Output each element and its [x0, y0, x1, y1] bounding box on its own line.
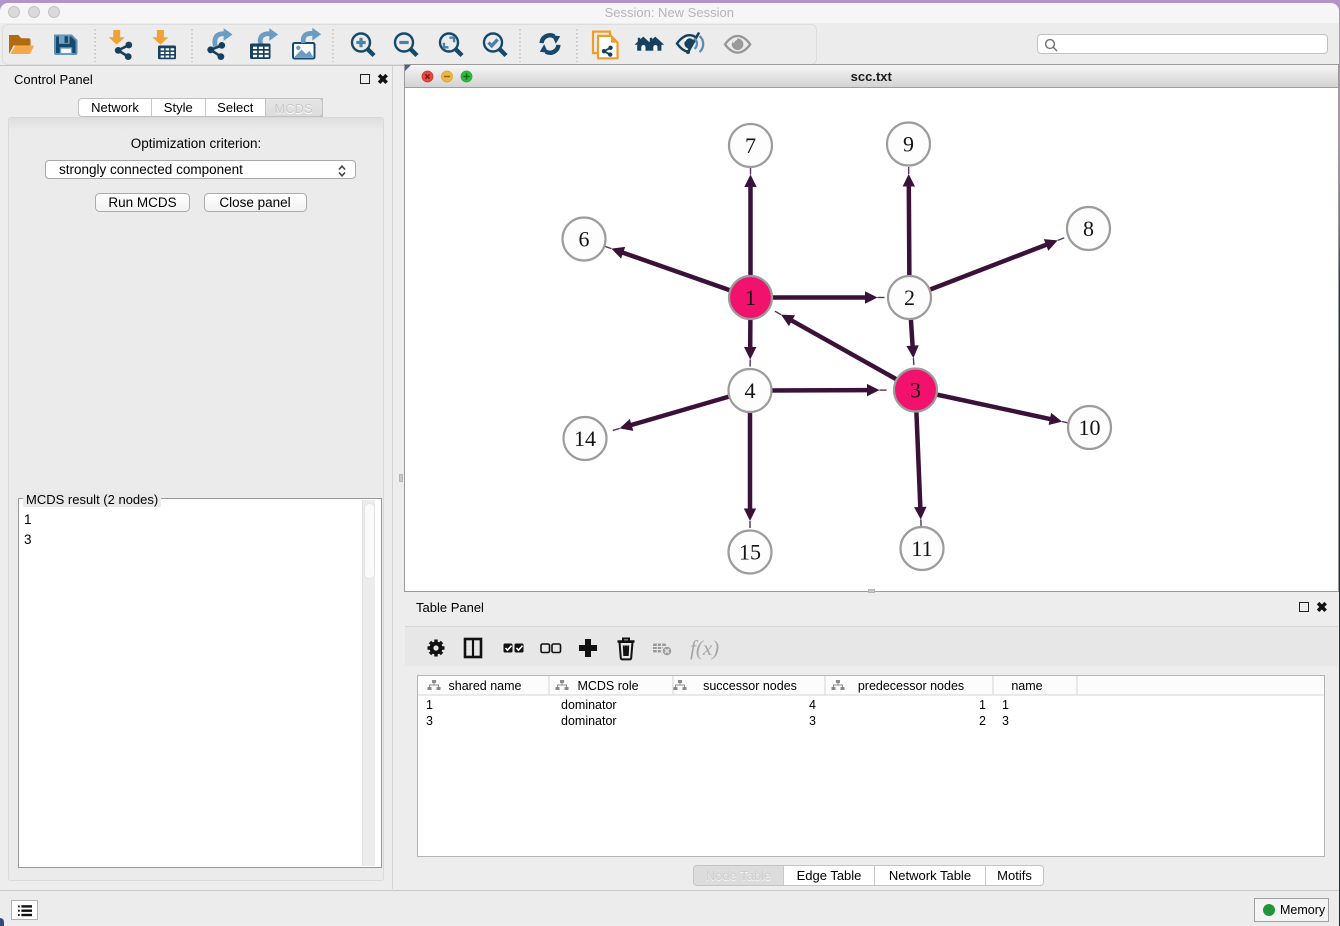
svg-text:shared name: shared name [449, 679, 522, 693]
svg-text:4: 4 [809, 698, 816, 712]
svg-text:1: 1 [979, 698, 986, 712]
svg-text:dominator: dominator [561, 714, 617, 728]
svg-text:2: 2 [979, 714, 986, 728]
svg-text:successor nodes: successor nodes [703, 679, 797, 693]
svg-text:2: 2 [904, 285, 915, 310]
svg-text:3: 3 [426, 714, 433, 728]
svg-text:3: 3 [1002, 714, 1009, 728]
svg-text:name: name [1011, 679, 1042, 693]
svg-text:1: 1 [745, 285, 756, 310]
svg-text:10: 10 [1079, 415, 1101, 440]
svg-text:15: 15 [739, 540, 761, 565]
svg-text:dominator: dominator [561, 698, 617, 712]
svg-text:3: 3 [809, 714, 816, 728]
svg-text:8: 8 [1083, 216, 1094, 241]
svg-text:7: 7 [745, 133, 756, 158]
svg-text:6: 6 [579, 227, 590, 252]
svg-text:MCDS role: MCDS role [577, 679, 638, 693]
svg-text:1: 1 [1002, 698, 1009, 712]
svg-text:11: 11 [911, 536, 932, 561]
svg-text:14: 14 [574, 426, 596, 451]
svg-text:1: 1 [426, 698, 433, 712]
svg-text:predecessor nodes: predecessor nodes [858, 679, 964, 693]
svg-text:9: 9 [903, 132, 914, 157]
svg-text:f(x): f(x) [690, 636, 719, 660]
svg-text:3: 3 [910, 378, 921, 403]
svg-text:4: 4 [745, 378, 756, 403]
